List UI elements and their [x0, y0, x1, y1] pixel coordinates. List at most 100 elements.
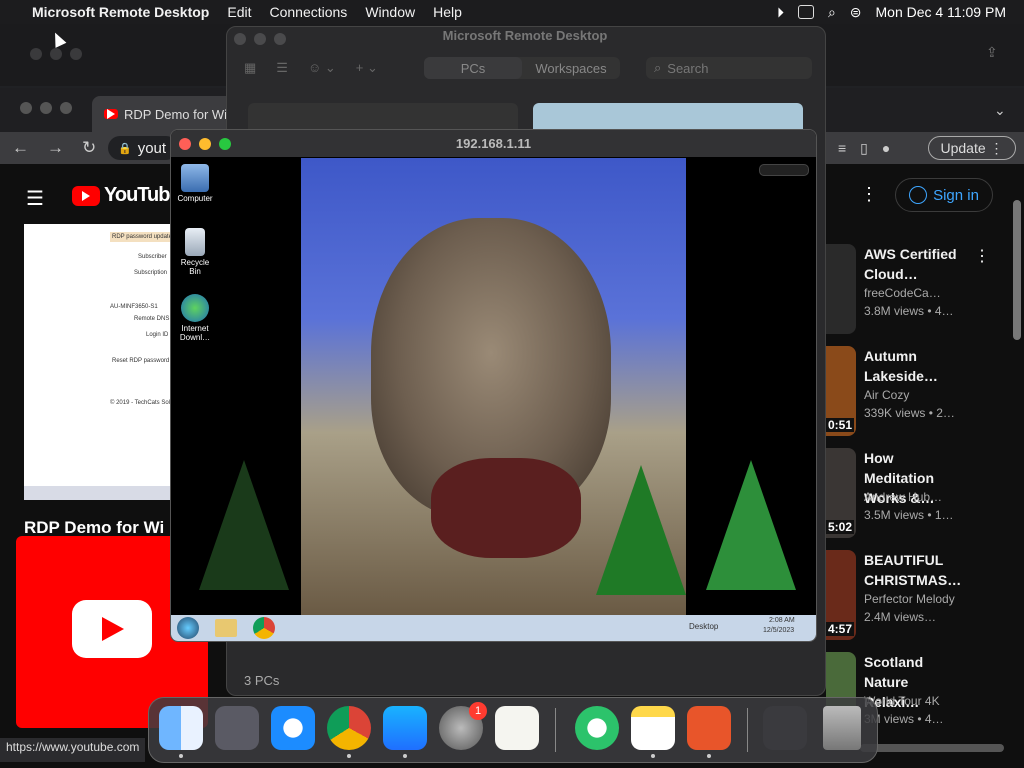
horizontal-scrollbar[interactable] [860, 744, 1004, 752]
suggested-views: 3.5M views • 1… [864, 508, 954, 522]
tab-pcs[interactable]: PCs [424, 57, 522, 79]
video-thumbnail: 0:51 [826, 346, 856, 436]
share-icon[interactable]: ⇪ [986, 44, 998, 61]
computer-icon [181, 164, 209, 192]
more-options-icon[interactable]: ⋮ [860, 184, 878, 205]
tab-title: RDP Demo for Wi [124, 106, 228, 122]
hamburger-menu-icon[interactable]: ☰ [26, 186, 44, 211]
screen-mirroring-icon[interactable] [797, 5, 814, 19]
duration-badge: 4:57 [826, 622, 855, 636]
suggested-video[interactable]: AWS Certified Cloud… freeCodeCa… 3.8M vi… [826, 244, 1016, 336]
find-my-icon[interactable] [575, 706, 619, 750]
file-explorer-icon[interactable] [215, 619, 237, 637]
chrome-tab[interactable]: RDP Demo for Wi [92, 96, 242, 132]
launchpad-icon[interactable] [215, 706, 259, 750]
suggested-title: Autumn Lakeside… [864, 348, 938, 384]
zoom-button[interactable] [219, 138, 231, 150]
search-icon: ⌕ [654, 60, 662, 75]
suggested-video[interactable]: 5:02 How Meditation Works &… Andrew Hub…… [826, 448, 1016, 540]
mrd-title: Microsoft Remote Desktop [442, 28, 608, 43]
remote-desktop-icon[interactable] [687, 706, 731, 750]
search-field[interactable]: ⌕ Search [646, 57, 812, 79]
tab-search-chevron-icon[interactable]: ⌄ [994, 102, 1006, 119]
url-text: yout [137, 139, 167, 157]
recycle-bin-icon [185, 228, 205, 256]
finder-icon[interactable] [159, 706, 203, 750]
tab-workspaces[interactable]: Workspaces [522, 57, 620, 79]
background-window-controls [30, 48, 82, 60]
thumb-line: © 2019 - TechCats Sol [110, 400, 171, 406]
search-icon[interactable]: ⌕ [828, 4, 836, 21]
video-thumbnail [826, 244, 856, 334]
duration-badge: 5:02 [826, 520, 855, 534]
suggested-video[interactable]: 0:51 Autumn Lakeside… Air Cozy 339K view… [826, 346, 1016, 438]
dog-mouth [431, 458, 581, 558]
video-thumbnail: 5:02 [826, 448, 856, 538]
video-player[interactable]: RDP password update Subscriber Subscript… [24, 224, 174, 500]
list-view-icon[interactable]: ☰ [276, 60, 288, 76]
more-options-icon[interactable]: ⋮ [974, 246, 990, 266]
textedit-icon[interactable] [495, 706, 539, 750]
suggested-channel: Andrew Hub… [864, 490, 943, 504]
youtube-logo[interactable]: YouTube [72, 184, 181, 207]
address-bar[interactable]: 🔒 yout [108, 136, 178, 160]
app-store-icon[interactable] [383, 706, 427, 750]
chrome-window-controls [20, 102, 72, 114]
safari-icon[interactable] [271, 706, 315, 750]
sign-in-button[interactable]: Sign in [895, 178, 993, 212]
mrd-toolbar: ▦ ☰ ☺ ⌄ + ⌄ [244, 60, 378, 76]
update-button[interactable]: Update ⋮ [928, 136, 1016, 160]
desktop-icon-label: Recycle Bin [180, 258, 210, 276]
close-button[interactable] [179, 138, 191, 150]
side-panel-icon[interactable]: ▯ [860, 140, 868, 157]
taskbar-date: 12/5/2023 [763, 627, 795, 634]
duration-badge: 0:51 [826, 418, 855, 432]
app-menu[interactable]: Microsoft Remote Desktop [32, 4, 209, 20]
profile-icon[interactable]: ● [882, 140, 890, 157]
video-thumbnail: 4:57 [826, 550, 856, 640]
play-icon[interactable]: ⏵ [777, 4, 784, 21]
start-button-icon[interactable] [177, 617, 199, 639]
menu-edit[interactable]: Edit [227, 4, 251, 20]
trash-icon[interactable] [823, 706, 861, 750]
menu-connections[interactable]: Connections [269, 4, 347, 20]
reload-icon[interactable]: ↻ [82, 138, 96, 158]
mrd-segmented-control: PCs Workspaces [424, 57, 620, 79]
christmas-tree-decoration [199, 460, 289, 590]
macos-dock: 1 [148, 697, 878, 763]
sign-in-label: Sign in [933, 186, 979, 204]
taskbar-time: 2:08 AM [769, 617, 795, 624]
smiley-menu-icon[interactable]: ☺ ⌄ [308, 60, 336, 76]
desktop-icon-recycle-bin[interactable]: Recycle Bin [175, 228, 215, 276]
grid-view-icon[interactable]: ▦ [244, 60, 256, 76]
suggested-channel: freeCodeCa… [864, 286, 941, 300]
suggested-views: 3.8M views • 4… [864, 304, 954, 318]
dock-divider [747, 708, 748, 752]
add-menu-icon[interactable]: + ⌄ [356, 60, 378, 76]
pc-count: 3 PCs [244, 673, 280, 688]
notes-icon[interactable] [631, 706, 675, 750]
forward-arrow-icon[interactable]: → [47, 138, 64, 158]
desktop-icon-internet-download[interactable]: Internet Downl… [175, 294, 215, 342]
remote-connection-bar[interactable] [759, 164, 809, 176]
chrome-taskbar-icon[interactable] [253, 617, 275, 639]
keyboard-viewer-icon[interactable] [763, 706, 807, 750]
notification-badge: 1 [469, 702, 487, 720]
desktop-icon-computer[interactable]: Computer [175, 164, 215, 203]
menu-window[interactable]: Window [365, 4, 415, 20]
remote-taskbar: Desktop 2:08 AM 12/5/2023 [171, 615, 816, 641]
control-center-icon[interactable]: ⊜ [850, 4, 862, 21]
chrome-icon[interactable] [327, 706, 371, 750]
media-queue-icon[interactable]: ≡ [838, 140, 846, 157]
toolbar-icons: ≡ ▯ ● [838, 140, 890, 157]
mouse-cursor-icon [49, 30, 67, 48]
suggested-video[interactable]: 4:57 BEAUTIFUL CHRISTMAS… Perfector Melo… [826, 550, 1016, 642]
menubar-clock[interactable]: Mon Dec 4 11:09 PM [876, 4, 1006, 20]
menu-help[interactable]: Help [433, 4, 462, 20]
desktop-icon-label: Computer [177, 194, 213, 203]
back-arrow-icon[interactable]: ← [12, 138, 29, 158]
suggested-title: BEAUTIFUL CHRISTMAS… [864, 552, 962, 588]
christmas-tree-decoration [706, 460, 796, 590]
minimize-button[interactable] [199, 138, 211, 150]
youtube-logo-text: YouTube [104, 184, 181, 206]
